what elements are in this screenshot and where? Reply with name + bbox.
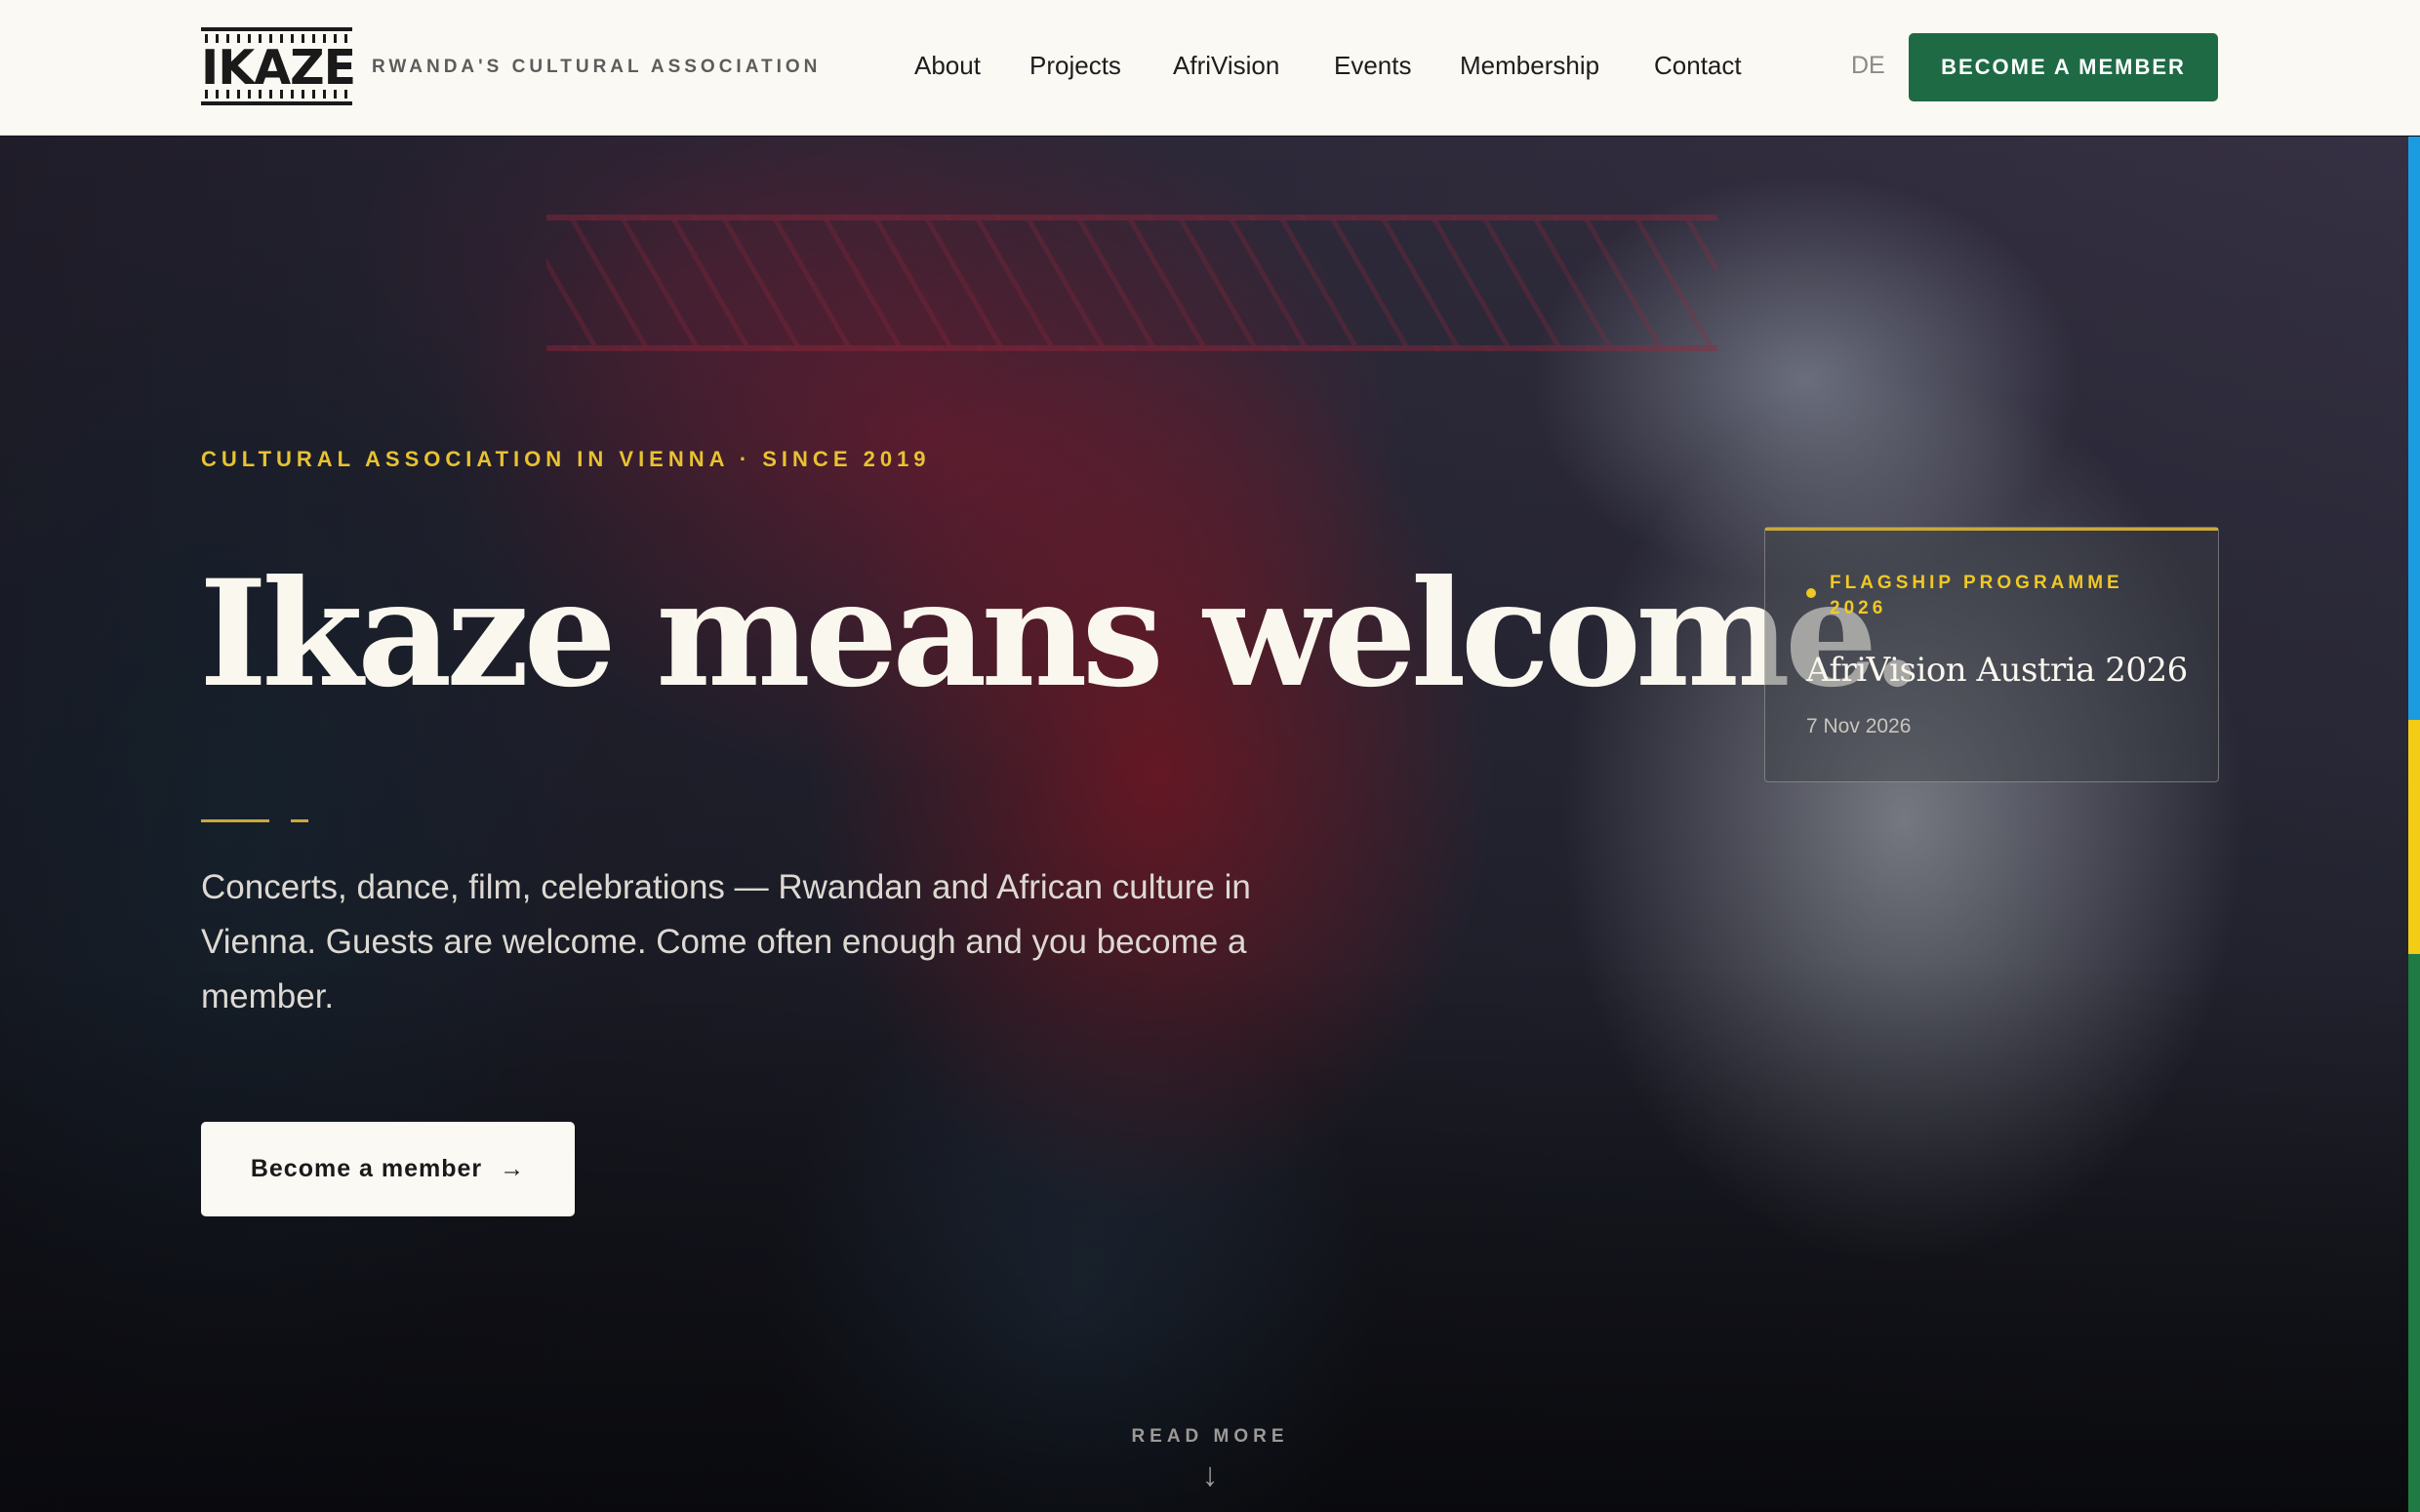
ikaze-logo[interactable]: IKAZE <box>201 27 356 105</box>
become-member-button-hero[interactable]: Become a member → <box>201 1122 575 1216</box>
hero-description: Concerts, dance, film, celebrations — Rw… <box>201 868 1251 1015</box>
site-tagline: RWANDA'S CULTURAL ASSOCIATION <box>372 57 822 77</box>
language-switch[interactable]: DE <box>1851 52 1885 80</box>
become-member-button-header[interactable]: BECOME A MEMBER <box>1909 33 2218 101</box>
decorative-rule-long <box>201 819 269 822</box>
decorative-rule-short <box>291 819 308 822</box>
status-dot-icon <box>1806 588 1816 598</box>
hero-headline: Ikaze means welcome. <box>199 548 1922 720</box>
site-header: IKAZE RWANDA'S CULTURAL ASSOCIATION Abou… <box>0 0 2420 136</box>
arrow-down-icon[interactable]: ↓ <box>1192 1455 1228 1494</box>
flag-stripe-green <box>2408 954 2420 1512</box>
nav-item-membership[interactable]: Membership <box>1460 51 1599 81</box>
read-more-link[interactable]: READ MORE <box>1112 1426 1308 1448</box>
card-date: 7 Nov 2026 <box>1806 715 1912 737</box>
hero-eyebrow: CULTURAL ASSOCIATION IN VIENNA · SINCE 2… <box>201 447 931 471</box>
logo-wordmark: IKAZE <box>201 40 356 96</box>
card-title: AfriVision Austria 2026 <box>1806 651 2188 690</box>
stage-truss-backdrop <box>546 215 1717 351</box>
flag-stripe-yellow <box>2408 720 2420 954</box>
nav-item-projects[interactable]: Projects <box>1029 51 1121 81</box>
nav-item-about[interactable]: About <box>914 51 981 81</box>
nav-item-afrivision[interactable]: AfriVision <box>1173 51 1279 81</box>
nav-item-contact[interactable]: Contact <box>1654 51 1742 81</box>
card-accent-bar <box>1765 528 2218 531</box>
arrow-right-icon: → <box>500 1155 526 1182</box>
flagship-programme-card[interactable]: FLAGSHIP PROGRAMME 2026 AfriVision Austr… <box>1764 527 2219 782</box>
nav-item-events[interactable]: Events <box>1334 51 1412 81</box>
hero-section: CULTURAL ASSOCIATION IN VIENNA · SINCE 2… <box>0 137 2420 1512</box>
flag-stripe-blue <box>2408 137 2420 720</box>
card-eyebrow: FLAGSHIP PROGRAMME 2026 <box>1830 573 2123 618</box>
become-member-label: Become a member <box>250 1155 483 1182</box>
